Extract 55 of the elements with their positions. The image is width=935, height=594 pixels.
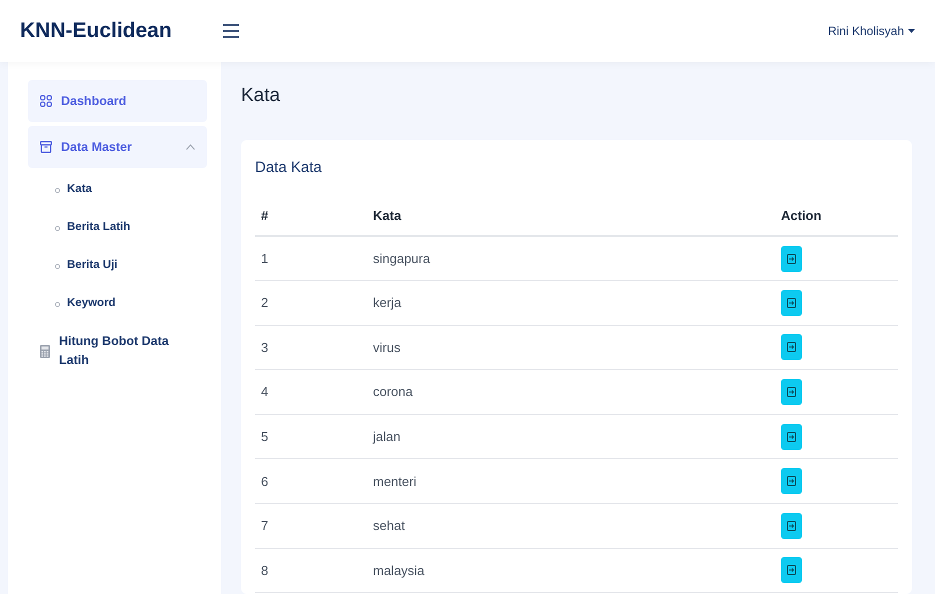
table-cell: 6 (255, 458, 367, 504)
enter-icon (787, 565, 796, 576)
table-cell: malaysia (367, 548, 775, 593)
table-cell: 3 (255, 325, 367, 370)
grid-icon (40, 95, 52, 107)
brand-title: KNN-Euclidean (20, 18, 173, 44)
submenu-item[interactable]: Berita Uji (28, 247, 207, 285)
sidebar-item[interactable]: Data Master (28, 126, 207, 168)
detail-button[interactable] (781, 424, 802, 450)
table-cell: virus (367, 325, 775, 370)
table-cell: singapura (367, 236, 775, 281)
submenu-item[interactable]: Berita Latih (28, 209, 207, 247)
detail-button[interactable] (781, 334, 802, 360)
column-header: Action (775, 196, 898, 236)
table-cell: corona (367, 370, 775, 414)
table-cell: sehat (367, 504, 775, 548)
detail-button[interactable] (781, 290, 802, 316)
table-cell: 2 (255, 280, 367, 326)
enter-icon (787, 432, 796, 442)
column-header: # (255, 196, 367, 236)
chevron-up-icon (186, 144, 195, 150)
circle-bullet-icon (55, 302, 60, 306)
sidebar-item[interactable]: Dashboard (28, 80, 207, 122)
enter-icon (787, 254, 796, 264)
column-header: Kata (367, 196, 775, 236)
detail-button[interactable] (781, 246, 802, 272)
user-menu[interactable]: Rini Kholisyah (828, 22, 915, 40)
table-cell: kerja (367, 280, 775, 326)
archive-icon (40, 141, 52, 153)
enter-icon (787, 520, 796, 531)
table-cell: 8 (255, 548, 367, 593)
table-cell: 7 (255, 504, 367, 548)
page-title: Kata (241, 84, 282, 108)
table-cell: 5 (255, 414, 367, 459)
caret-icon (908, 29, 915, 33)
table-cell: jalan (367, 414, 775, 459)
menu-icon[interactable] (223, 24, 239, 38)
circle-bullet-icon (55, 188, 60, 192)
detail-button[interactable] (781, 512, 802, 539)
enter-icon (787, 298, 796, 308)
enter-icon (787, 476, 796, 486)
submenu-item[interactable]: Kata (28, 171, 207, 209)
circle-bullet-icon (55, 226, 60, 230)
table-cell: 1 (255, 236, 367, 281)
submenu-item[interactable]: Keyword (28, 285, 207, 323)
circle-bullet-icon (55, 264, 60, 268)
enter-icon (787, 342, 796, 352)
detail-button[interactable] (781, 468, 802, 494)
detail-button[interactable] (781, 557, 802, 584)
card-title: Data Kata (255, 158, 323, 178)
enter-icon (787, 387, 796, 398)
detail-button[interactable] (781, 379, 802, 406)
table-cell: menteri (367, 458, 775, 504)
calculator-icon (40, 344, 50, 358)
table-cell: 4 (255, 370, 367, 414)
